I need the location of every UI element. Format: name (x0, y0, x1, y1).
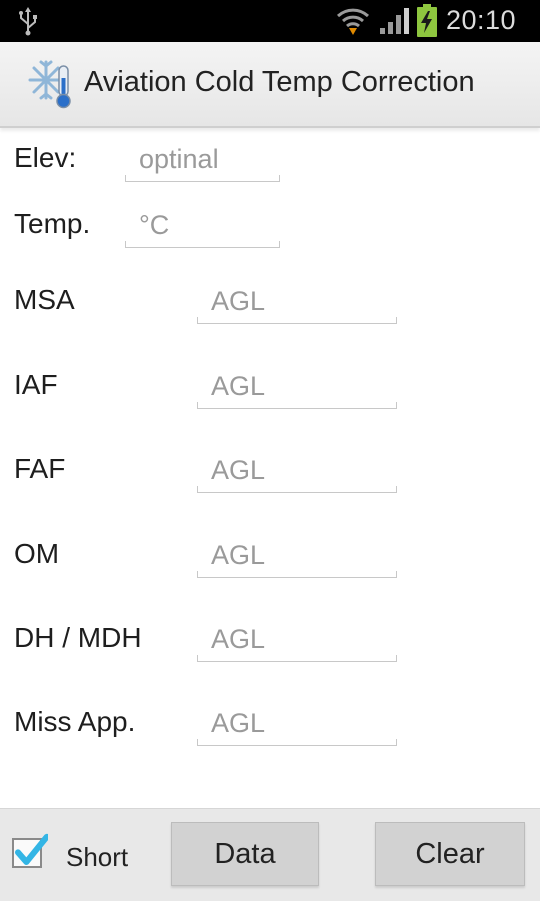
elev-placeholder: optinal (139, 144, 219, 174)
wifi-icon (336, 8, 370, 35)
iaf-underline (197, 402, 397, 409)
faf-placeholder: AGL (211, 455, 266, 485)
snowflake-thermometer-icon (28, 60, 71, 109)
miss-app-placeholder: AGL (211, 708, 266, 738)
clock-time: 20:10 (446, 5, 517, 35)
temp-label: Temp. (14, 208, 91, 239)
iaf-input[interactable]: AGL (197, 369, 397, 409)
iaf-label: IAF (14, 369, 58, 400)
status-bar: 20:10 (0, 0, 540, 42)
elev-input[interactable]: optinal (125, 142, 280, 182)
faf-underline (197, 486, 397, 493)
elev-label: Elev: (14, 142, 77, 173)
miss-app-underline (197, 739, 397, 746)
dh-mdh-underline (197, 655, 397, 662)
temp-placeholder: °C (139, 210, 170, 240)
temp-input[interactable]: °C (125, 208, 280, 248)
om-placeholder: AGL (211, 540, 266, 570)
temp-underline (125, 241, 280, 248)
dh-mdh-label: DH / MDH (14, 622, 142, 653)
msa-label: MSA (14, 284, 75, 315)
checkmark-icon (15, 833, 48, 865)
faf-input[interactable]: AGL (197, 453, 397, 493)
dh-mdh-input[interactable]: AGL (197, 622, 397, 662)
data-button[interactable]: Data (171, 822, 319, 886)
om-underline (197, 571, 397, 578)
om-label: OM (14, 538, 60, 569)
short-checkbox[interactable] (12, 833, 48, 868)
dh-mdh-placeholder: AGL (211, 624, 266, 654)
usb-icon (19, 7, 37, 36)
iaf-placeholder: AGL (211, 371, 266, 401)
miss-app-input[interactable]: AGL (197, 706, 397, 746)
elev-underline (125, 175, 280, 182)
battery-charging-icon (417, 4, 437, 37)
msa-placeholder: AGL (211, 286, 266, 316)
faf-label: FAF (14, 453, 66, 484)
msa-input[interactable]: AGL (197, 284, 397, 324)
om-input[interactable]: AGL (197, 538, 397, 578)
short-checkbox-label[interactable]: Short (66, 842, 128, 873)
msa-underline (197, 317, 397, 324)
miss-app-label: Miss App. (14, 706, 136, 737)
signal-strength-icon (380, 8, 409, 34)
app-title: Aviation Cold Temp Correction (84, 66, 475, 98)
clear-button[interactable]: Clear (375, 822, 525, 886)
